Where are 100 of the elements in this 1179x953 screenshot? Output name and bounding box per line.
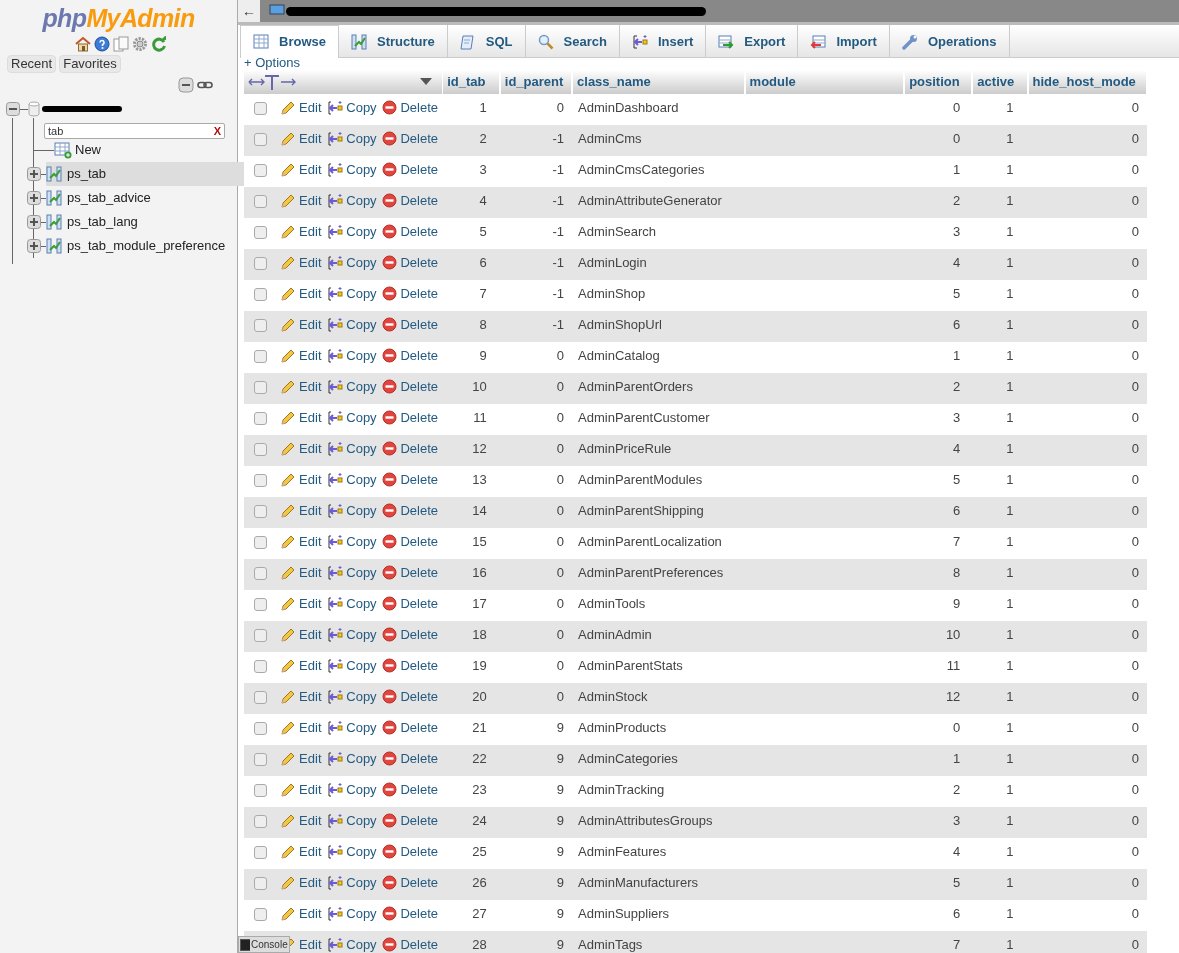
action-link[interactable]: Copy	[346, 656, 377, 676]
action-link[interactable]: Edit	[299, 191, 322, 211]
action-link[interactable]: Edit	[299, 408, 322, 428]
tab[interactable]: Browse	[240, 25, 339, 58]
action-link[interactable]: Copy	[346, 842, 377, 862]
action-link[interactable]: Edit	[299, 656, 322, 676]
action-link[interactable]: Delete	[400, 718, 438, 738]
action-link[interactable]: Edit	[299, 222, 322, 242]
action-link[interactable]: Copy	[346, 563, 377, 583]
action-link[interactable]: Delete	[400, 222, 438, 242]
action-link[interactable]: Delete	[400, 625, 438, 645]
action-link[interactable]: Delete	[400, 656, 438, 676]
action-link[interactable]: Copy	[346, 935, 377, 953]
action-link[interactable]: Copy	[346, 439, 377, 459]
column-header[interactable]: id_parent	[499, 70, 573, 94]
action-link[interactable]: Copy	[346, 377, 377, 397]
action-link[interactable]: Edit	[299, 811, 322, 831]
action-link[interactable]: Edit	[299, 563, 322, 583]
action-link[interactable]: Edit	[299, 253, 322, 273]
action-link[interactable]: Copy	[346, 160, 377, 180]
action-link[interactable]: Copy	[346, 470, 377, 490]
tree-item[interactable]: New	[54, 138, 246, 162]
action-link[interactable]: Edit	[299, 935, 322, 953]
action-link[interactable]: Copy	[346, 873, 377, 893]
column-header[interactable]: module	[744, 70, 905, 94]
action-link[interactable]: Delete	[400, 749, 438, 769]
action-link[interactable]: Delete	[400, 501, 438, 521]
action-link[interactable]: Delete	[400, 780, 438, 800]
action-link[interactable]: Delete	[400, 594, 438, 614]
action-link[interactable]: Edit	[299, 284, 322, 304]
column-header[interactable]: position	[904, 70, 973, 94]
action-link[interactable]: Edit	[299, 377, 322, 397]
action-link[interactable]: Delete	[400, 284, 438, 304]
action-link[interactable]: Edit	[299, 687, 322, 707]
tree-item[interactable]: ps_tab_advice	[46, 186, 246, 210]
action-link[interactable]: Copy	[346, 253, 377, 273]
action-link[interactable]: Delete	[400, 98, 438, 118]
action-link[interactable]: Copy	[346, 129, 377, 149]
action-link[interactable]: Copy	[346, 625, 377, 645]
tree-item[interactable]: ps_tab_lang	[46, 210, 246, 234]
clear-button[interactable]: X	[213, 122, 221, 140]
action-link[interactable]: Edit	[299, 439, 322, 459]
action-link[interactable]: Delete	[400, 904, 438, 924]
action-link[interactable]: Delete	[400, 842, 438, 862]
action-link[interactable]: Edit	[299, 346, 322, 366]
console-button[interactable]: Console	[238, 936, 290, 953]
action-link[interactable]: Copy	[346, 222, 377, 242]
column-header[interactable]: active	[972, 70, 1028, 94]
back-button[interactable]: ←	[238, 0, 260, 22]
action-link[interactable]: Delete	[400, 563, 438, 583]
action-link[interactable]: Edit	[299, 625, 322, 645]
tab[interactable]: Import	[798, 25, 890, 58]
action-link[interactable]: Copy	[346, 315, 377, 335]
tab[interactable]: Search	[525, 25, 620, 58]
action-link[interactable]: Copy	[346, 191, 377, 211]
action-link[interactable]: Copy	[346, 284, 377, 304]
action-link[interactable]: Copy	[346, 501, 377, 521]
tab[interactable]: Structure	[338, 25, 448, 58]
action-link[interactable]: Delete	[400, 377, 438, 397]
action-link[interactable]: Edit	[299, 160, 322, 180]
action-link[interactable]: Copy	[346, 408, 377, 428]
action-link[interactable]: Delete	[400, 935, 438, 953]
action-link[interactable]: Edit	[299, 98, 322, 118]
column-header[interactable]: hide_host_mode	[1027, 70, 1147, 94]
action-link[interactable]: Delete	[400, 346, 438, 366]
action-link[interactable]: Edit	[299, 129, 322, 149]
action-link[interactable]: Edit	[299, 470, 322, 490]
tab[interactable]: Export	[706, 25, 799, 58]
action-link[interactable]: Delete	[400, 315, 438, 335]
tab[interactable]: Operations	[889, 25, 1010, 58]
action-link[interactable]: Edit	[299, 315, 322, 335]
action-link[interactable]: Delete	[400, 687, 438, 707]
action-link[interactable]: Delete	[400, 160, 438, 180]
filter-field[interactable]: tab X	[44, 123, 225, 139]
tab[interactable]: Insert	[619, 25, 707, 58]
column-header[interactable]: id_tab	[442, 70, 500, 94]
nav-button[interactable]: Favorites	[59, 55, 121, 73]
tree-item[interactable]: ps_tab	[46, 162, 246, 186]
action-link[interactable]: Delete	[400, 811, 438, 831]
action-link[interactable]: Copy	[346, 346, 377, 366]
action-link[interactable]: Copy	[346, 718, 377, 738]
action-link[interactable]: Copy	[346, 687, 377, 707]
action-link[interactable]: Edit	[299, 749, 322, 769]
action-link[interactable]: Copy	[346, 811, 377, 831]
action-link[interactable]: Copy	[346, 749, 377, 769]
action-link[interactable]: Copy	[346, 594, 377, 614]
action-link[interactable]: Delete	[400, 129, 438, 149]
action-link[interactable]: Edit	[299, 501, 322, 521]
tab[interactable]: SQL	[447, 25, 526, 58]
action-link[interactable]: Edit	[299, 780, 322, 800]
action-link[interactable]: Delete	[400, 439, 438, 459]
action-link[interactable]: Copy	[346, 904, 377, 924]
action-link[interactable]: Edit	[299, 873, 322, 893]
nav-button[interactable]: Recent	[7, 55, 57, 73]
action-link[interactable]: Edit	[299, 594, 322, 614]
action-link[interactable]: Delete	[400, 873, 438, 893]
action-link[interactable]: Copy	[346, 780, 377, 800]
options-link[interactable]: + Options	[244, 56, 300, 69]
action-link[interactable]: Copy	[346, 98, 377, 118]
action-link[interactable]: Copy	[346, 532, 377, 552]
